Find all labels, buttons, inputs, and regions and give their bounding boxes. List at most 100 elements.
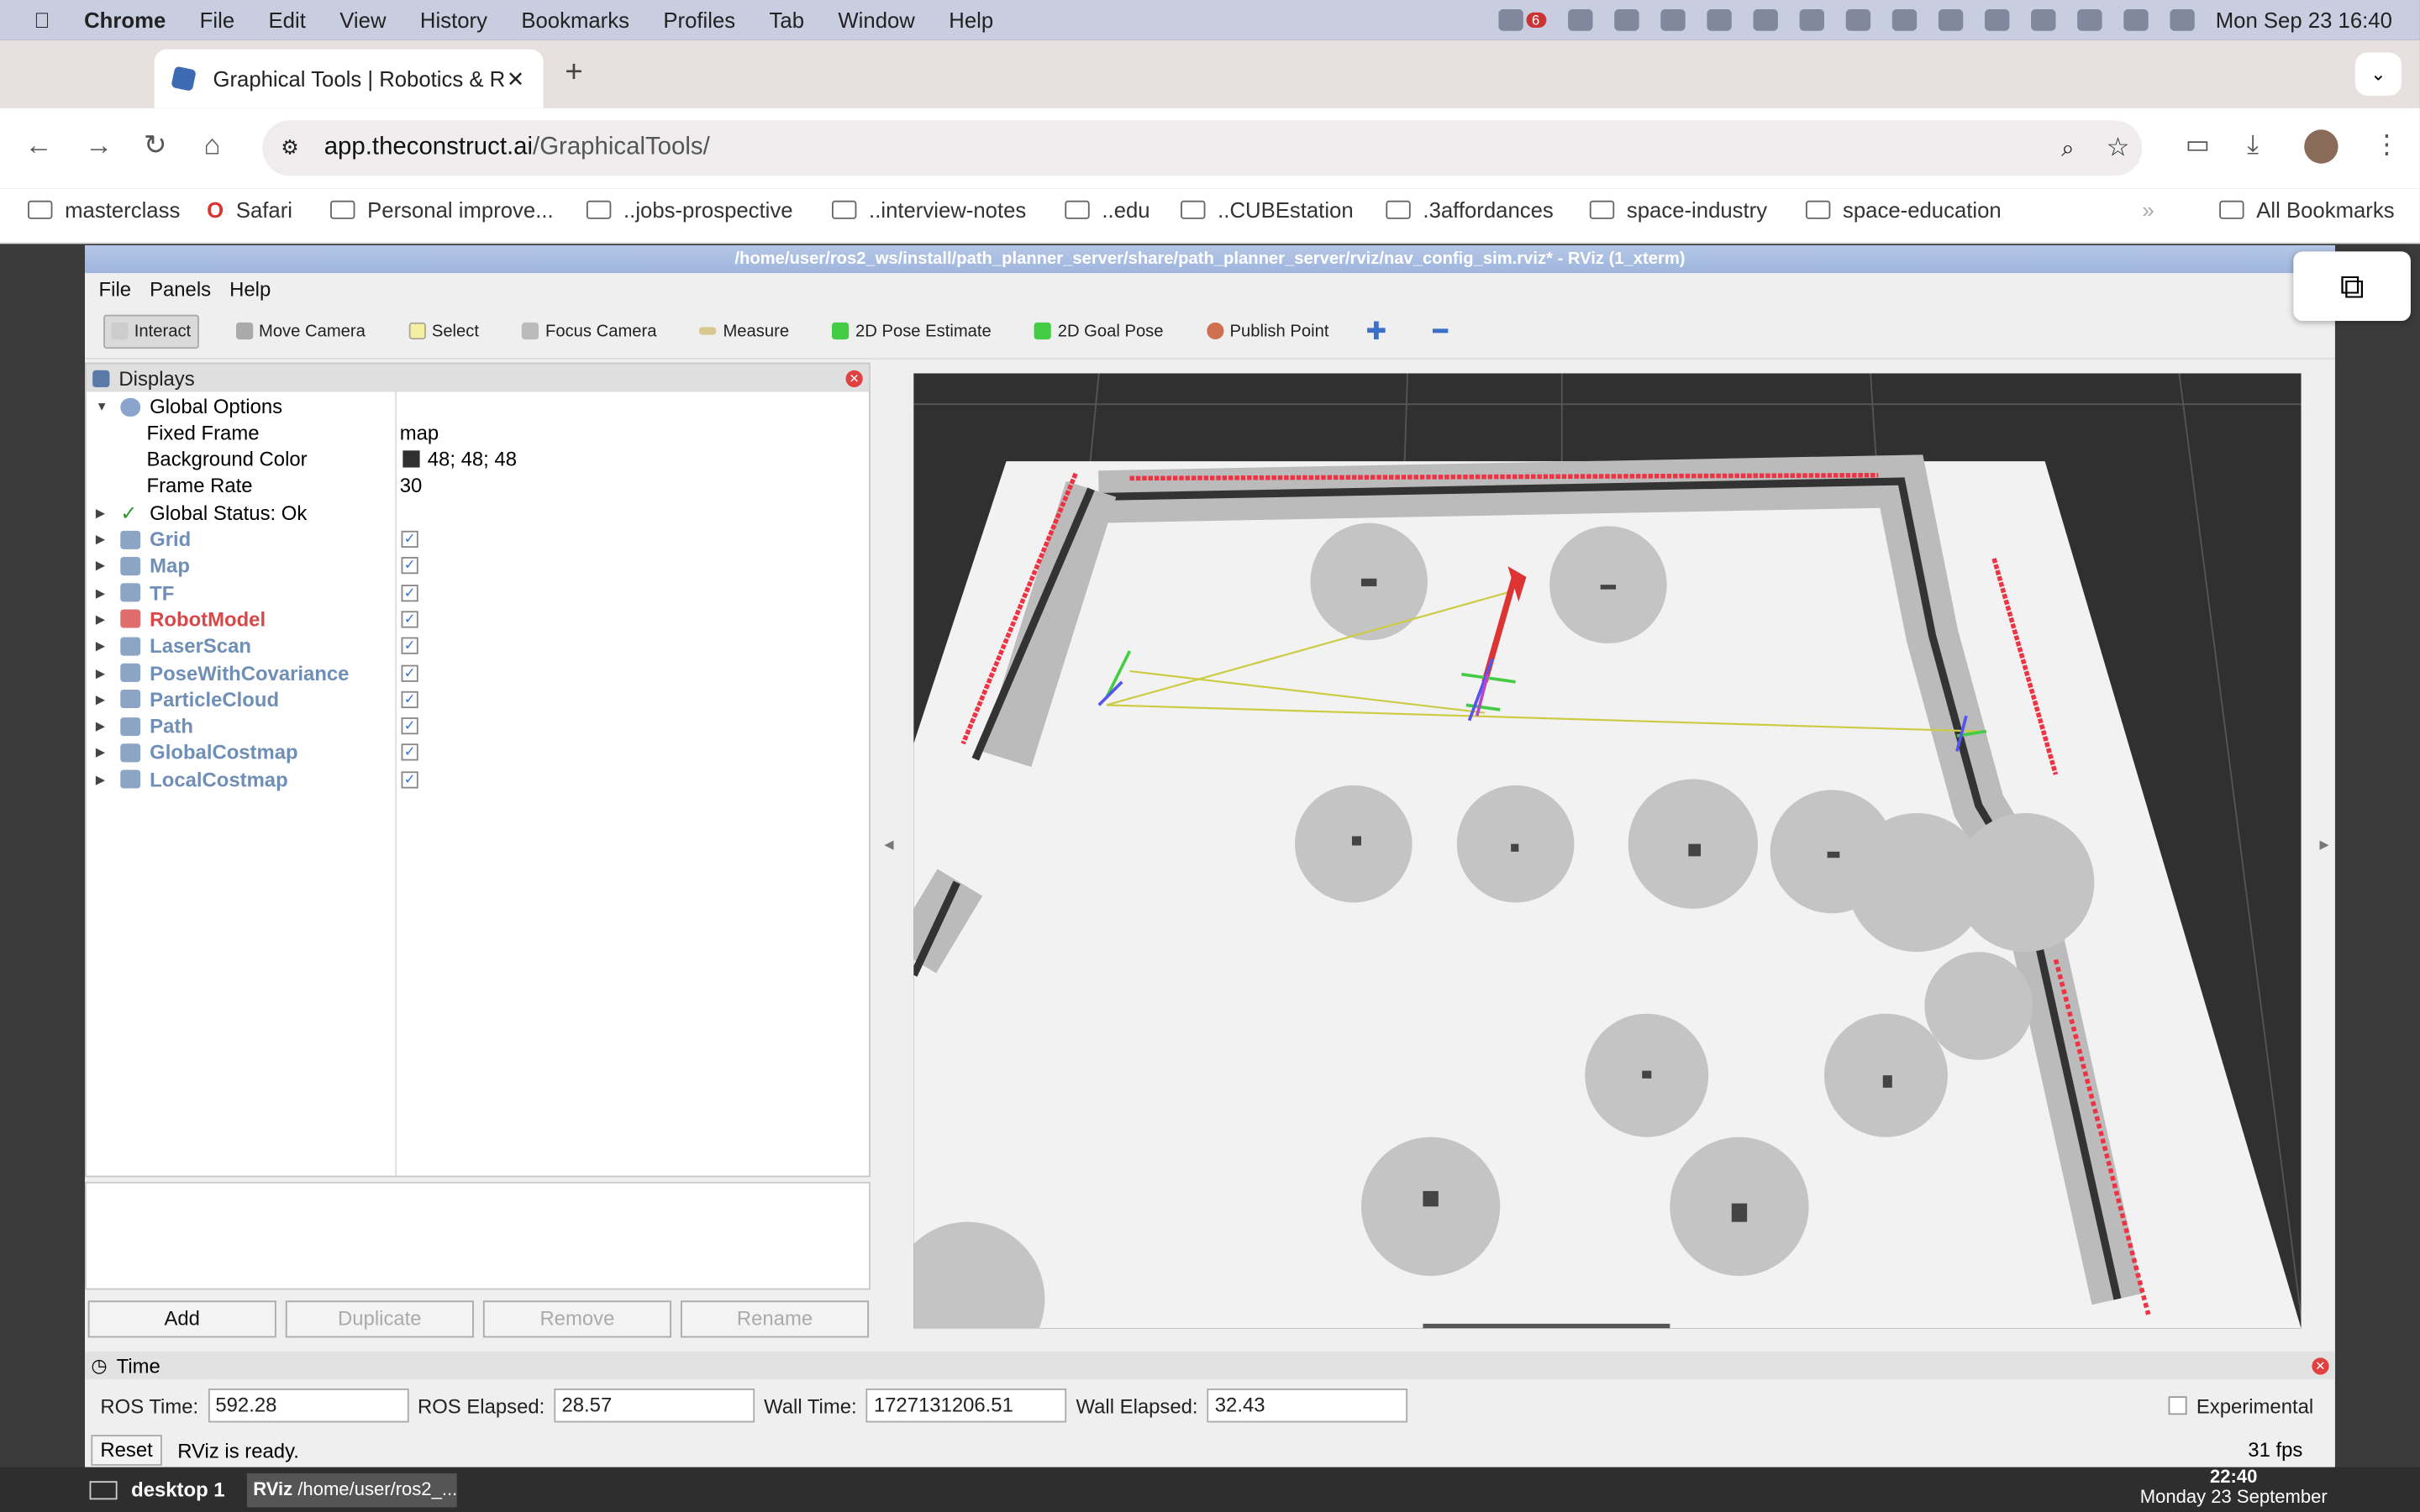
display-row-path[interactable]: ▶ Path ✓: [87, 713, 869, 739]
tool-move-camera[interactable]: Move Camera: [229, 316, 371, 347]
drive-icon[interactable]: [1613, 9, 1639, 31]
display-row-globalcostmap[interactable]: ▶ GlobalCostmap ✓: [87, 739, 869, 765]
tool-publish-point[interactable]: Publish Point: [1201, 316, 1335, 347]
duplicate-button[interactable]: Duplicate: [285, 1300, 474, 1338]
forward-icon[interactable]: →: [85, 129, 113, 162]
tool-2d-goal-pose[interactable]: 2D Goal Pose: [1028, 316, 1170, 347]
bookmark-space-education[interactable]: space-education: [1805, 197, 2002, 222]
tab-search-icon[interactable]: ⌄: [2354, 52, 2402, 96]
enable-checkbox[interactable]: ✓: [401, 717, 418, 735]
tab-graphical-tools[interactable]: Graphical Tools | Robotics & R ✕: [154, 49, 544, 108]
enable-checkbox[interactable]: ✓: [401, 690, 418, 708]
enable-checkbox[interactable]: ✓: [401, 744, 418, 762]
collapse-right-icon[interactable]: ▶: [2320, 837, 2329, 852]
bluetooth-icon[interactable]: [1938, 9, 1963, 31]
bookmarks-overflow-icon[interactable]: »: [2142, 197, 2154, 222]
expand-right-icon[interactable]: ▶: [96, 533, 105, 547]
extension-icon[interactable]: [1567, 9, 1592, 31]
volume-icon[interactable]: [1844, 9, 1870, 31]
bookmark-cubestation[interactable]: ..CUBEstation: [1181, 197, 1354, 222]
enable-checkbox[interactable]: ✓: [401, 530, 418, 549]
expand-down-icon[interactable]: ▼: [96, 400, 108, 414]
option-frame-rate[interactable]: Frame Rate 30: [87, 472, 869, 498]
display-row-grid[interactable]: ▶ Grid ✓: [87, 526, 869, 552]
search-icon[interactable]: [2076, 9, 2102, 31]
display-row-robotmodel[interactable]: ▶ RobotModel ✓: [87, 606, 869, 633]
close-icon[interactable]: ✕: [2312, 1357, 2329, 1374]
option-value[interactable]: map: [400, 421, 439, 444]
display-row-map[interactable]: ▶ Map ✓: [87, 553, 869, 579]
expand-right-icon[interactable]: ▶: [96, 639, 105, 654]
display-row-laserscan[interactable]: ▶ LaserScan ✓: [87, 633, 869, 659]
back-icon[interactable]: ←: [24, 129, 52, 162]
rviz-menu-help[interactable]: Help: [229, 277, 271, 301]
tool-select[interactable]: Select: [402, 316, 485, 347]
3d-view[interactable]: [913, 373, 2302, 1329]
bookmark-space-industry[interactable]: space-industry: [1589, 197, 1767, 222]
enable-checkbox[interactable]: ✓: [401, 611, 418, 628]
bookmark-affordances[interactable]: .3affordances: [1386, 197, 1554, 222]
pop-out-icon[interactable]: ⧉: [2293, 251, 2411, 322]
control-center-icon[interactable]: [2123, 9, 2148, 31]
desktop-label[interactable]: desktop 1: [131, 1478, 224, 1502]
moon-icon[interactable]: [1706, 9, 1732, 31]
enable-checkbox[interactable]: ✓: [401, 664, 418, 681]
cast-icon[interactable]: ▭: [2186, 129, 2211, 160]
time-machine-icon[interactable]: [1752, 9, 1778, 31]
enable-checkbox[interactable]: ✓: [401, 637, 418, 655]
expand-right-icon[interactable]: ▶: [96, 719, 105, 733]
desktop-icon[interactable]: [89, 1481, 118, 1500]
bookmark-personal[interactable]: Personal improve...: [330, 197, 554, 222]
menu-help[interactable]: Help: [949, 8, 993, 32]
menu-file[interactable]: File: [200, 8, 234, 32]
menu-bookmarks[interactable]: Bookmarks: [521, 8, 629, 32]
siri-icon[interactable]: [2169, 9, 2195, 31]
expand-right-icon[interactable]: ▶: [96, 666, 105, 680]
rviz-menu-file[interactable]: File: [99, 277, 131, 301]
option-background-color[interactable]: Background Color 48; 48; 48: [87, 446, 869, 472]
address-bar[interactable]: ⚙ app.theconstruct.ai/GraphicalTools/ ⌕ …: [262, 120, 2143, 176]
tree-row-global-options[interactable]: ▼ Global Options: [87, 393, 869, 419]
reload-icon[interactable]: ↻: [144, 129, 167, 162]
remove-button[interactable]: Remove: [482, 1300, 671, 1338]
bookmark-masterclass[interactable]: masterclass: [28, 197, 180, 222]
expand-right-icon[interactable]: ▶: [96, 559, 105, 573]
play-icon[interactable]: [1660, 9, 1685, 31]
site-info-icon[interactable]: ⚙: [281, 136, 298, 160]
ros-time-field[interactable]: 592.28: [208, 1389, 408, 1423]
tool-2d-pose-estimate[interactable]: 2D Pose Estimate: [826, 316, 997, 347]
taskbar-clock[interactable]: 22:40 Monday 23 September: [2140, 1467, 2328, 1508]
bookmark-interview[interactable]: ..interview-notes: [831, 197, 1026, 222]
home-icon[interactable]: ⌂: [203, 129, 220, 162]
enable-checkbox[interactable]: ✓: [401, 770, 418, 788]
enable-checkbox[interactable]: ✓: [401, 557, 418, 575]
display-row-particlecloud[interactable]: ▶ ParticleCloud ✓: [87, 686, 869, 712]
close-icon[interactable]: ✕: [845, 369, 863, 387]
tool-interact[interactable]: Interact: [103, 313, 199, 349]
menu-profiles[interactable]: Profiles: [663, 8, 735, 32]
ros-elapsed-field[interactable]: 28.57: [554, 1389, 755, 1423]
menu-window[interactable]: Window: [838, 8, 914, 32]
display-row-localcostmap[interactable]: ▶ LocalCostmap ✓: [87, 766, 869, 792]
dropbox-icon[interactable]: [1497, 9, 1523, 31]
collapse-left-icon[interactable]: ◀: [884, 837, 893, 852]
wall-time-field[interactable]: 1727131206.51: [865, 1389, 1067, 1423]
all-bookmarks[interactable]: All Bookmarks: [2219, 197, 2395, 222]
wall-elapsed-field[interactable]: 32.43: [1207, 1389, 1408, 1423]
wifi-icon[interactable]: [2030, 9, 2055, 31]
flag-icon[interactable]: [1891, 9, 1917, 31]
menu-edit[interactable]: Edit: [269, 8, 306, 32]
profile-avatar[interactable]: [2304, 129, 2338, 164]
new-tab-icon[interactable]: +: [565, 55, 582, 91]
display-row-posewithcovariance[interactable]: ▶ PoseWithCovariance ✓: [87, 659, 869, 685]
bookmark-edu[interactable]: ..edu: [1065, 197, 1150, 222]
remove-tool-icon[interactable]: ━: [1433, 316, 1448, 347]
bookmark-safari[interactable]: O Safari: [207, 197, 292, 222]
add-button[interactable]: Add: [87, 1300, 276, 1338]
download-icon[interactable]: ⤓: [2247, 129, 2259, 160]
expand-right-icon[interactable]: ▶: [96, 746, 105, 760]
battery-icon[interactable]: [1984, 9, 2009, 31]
rename-button[interactable]: Rename: [680, 1300, 870, 1338]
option-value[interactable]: 48; 48; 48: [428, 448, 517, 471]
tool-focus-camera[interactable]: Focus Camera: [516, 316, 663, 347]
